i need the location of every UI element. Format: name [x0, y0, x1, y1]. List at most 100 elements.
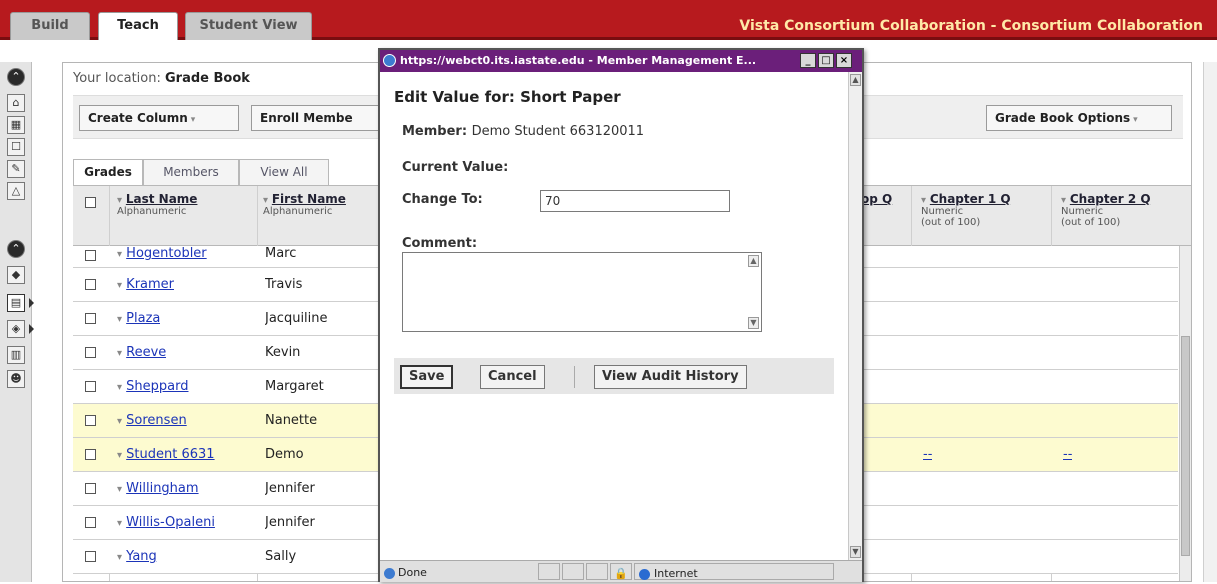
row-checkbox[interactable] [85, 449, 96, 460]
last-name-cell[interactable]: ▾ Willingham [117, 472, 199, 506]
grid-scrollbar[interactable] [1179, 246, 1191, 581]
member-label: Member: [402, 124, 468, 139]
create-column-button[interactable]: Create Column ▾ [79, 105, 239, 131]
student-link[interactable]: Yang [126, 549, 157, 564]
change-to-input[interactable]: 70 [540, 190, 730, 212]
last-name-cell[interactable]: ▾ Willis-Opaleni [117, 506, 253, 540]
last-name-cell[interactable]: ▾ Plaza [117, 302, 160, 336]
last-name-cell[interactable]: ▾ Kramer [117, 268, 174, 302]
page-scrollbar[interactable] [1203, 62, 1217, 582]
chapter-2-header[interactable]: ▾ Chapter 2 Q Numeric (out of 100) [1061, 192, 1151, 228]
change-to-label: Change To: [402, 192, 483, 207]
sort-icon: ▾ [117, 382, 123, 393]
first-name-type: Alphanumeric [263, 206, 333, 217]
last-name-header[interactable]: ▾ Last Name Alphanumeric [117, 192, 197, 217]
sort-icon: ▾ [117, 195, 123, 206]
enroll-members-button[interactable]: Enroll Membe [251, 105, 391, 131]
student-link[interactable]: Willingham [126, 481, 198, 496]
minimize-icon[interactable]: _ [800, 53, 816, 68]
student-link[interactable]: Hogentobler [126, 246, 206, 261]
people-icon[interactable]: ☻ [7, 370, 25, 388]
expand-arrow-icon-2[interactable] [29, 324, 34, 334]
first-name-cell: Sally [265, 549, 297, 564]
last-name-cell[interactable]: ▾ Sorensen [117, 404, 187, 438]
home-icon[interactable]: ⌂ [7, 94, 25, 112]
maximize-icon[interactable]: □ [818, 53, 834, 68]
student-link[interactable]: Willis-Opaleni [126, 515, 215, 530]
grade-book-options-button[interactable]: Grade Book Options ▾ [986, 105, 1172, 131]
pin-icon[interactable]: ✎ [7, 160, 25, 178]
close-icon[interactable]: × [836, 53, 852, 68]
row-checkbox[interactable] [85, 517, 96, 528]
chapter-1-header[interactable]: ▾ Chapter 1 Q Numeric (out of 100) [921, 192, 1011, 228]
popup-title-bar[interactable]: https://webct0.its.iastate.edu - Member … [380, 50, 862, 72]
tab-build[interactable]: Build [10, 12, 90, 40]
view-audit-history-button[interactable]: View Audit History [594, 365, 747, 389]
last-name-cell[interactable]: ▾ Reeve [117, 336, 166, 370]
sort-icon: ▾ [117, 249, 123, 260]
scroll-down-icon[interactable]: ▼ [748, 317, 759, 329]
student-link[interactable]: Plaza [126, 311, 160, 326]
last-name-cell[interactable]: ▾ Yang [117, 540, 157, 574]
student-link[interactable]: Sorensen [126, 413, 187, 428]
course-tools-icon[interactable]: ◆ [7, 266, 25, 284]
status-done-text: Done [398, 566, 427, 579]
scroll-up-icon[interactable]: ▲ [850, 74, 861, 86]
scroll-down-icon[interactable]: ▼ [850, 546, 861, 558]
row-checkbox[interactable] [85, 551, 96, 562]
row-checkbox[interactable] [85, 313, 96, 324]
grade-book-icon[interactable]: ▤ [7, 294, 25, 312]
tab-members[interactable]: Members [143, 159, 239, 185]
scroll-up-icon[interactable]: ▲ [748, 255, 759, 267]
first-name-header[interactable]: ▾ First Name Alphanumeric [263, 192, 346, 217]
student-link[interactable]: Sheppard [126, 379, 188, 394]
first-name-cell: Nanette [265, 413, 318, 428]
assessment-icon[interactable]: ◈ [7, 320, 25, 338]
tab-teach[interactable]: Teach [98, 12, 178, 40]
page-icon [384, 567, 395, 579]
chart-icon[interactable]: ▥ [7, 346, 25, 364]
row-checkbox[interactable] [85, 483, 96, 494]
row-checkbox[interactable] [85, 381, 96, 392]
student-link[interactable]: Reeve [126, 345, 166, 360]
member-row: Member: Demo Student 663120011 [402, 124, 644, 139]
grid-scrollbar-thumb[interactable] [1181, 336, 1190, 556]
last-name-cell[interactable]: ▾ Sheppard [117, 370, 189, 404]
status-zone-text: Internet [654, 567, 698, 580]
calendar-icon[interactable]: ▦ [7, 116, 25, 134]
collapse-up-icon-2[interactable]: ⌃ [7, 240, 25, 258]
select-all-checkbox[interactable] [85, 197, 96, 208]
row-checkbox[interactable] [85, 415, 96, 426]
save-button[interactable]: Save [400, 365, 454, 389]
chapter-2-range: (out of 100) [1061, 217, 1121, 228]
last-name-cell[interactable]: ▾ Student 6631 [117, 438, 215, 472]
student-link[interactable]: Student 6631 [126, 447, 214, 462]
comment-textarea[interactable]: ▲ ▼ [402, 252, 762, 332]
cancel-button[interactable]: Cancel [480, 365, 545, 389]
tab-student-view[interactable]: Student View [185, 12, 312, 40]
bell-icon[interactable]: △ [7, 182, 25, 200]
tab-view-all[interactable]: View All [239, 159, 329, 185]
partial-column-header[interactable]: op Q [861, 192, 892, 206]
chapter-1-grade-link[interactable]: -- [923, 438, 932, 472]
expand-arrow-icon[interactable] [29, 298, 34, 308]
row-checkbox[interactable] [85, 347, 96, 358]
first-name-cell: Marc [265, 246, 297, 261]
row-checkbox[interactable] [85, 250, 96, 261]
row-checkbox[interactable] [85, 279, 96, 290]
sort-icon: ▾ [921, 195, 927, 206]
first-name-cell: Jennifer [265, 481, 315, 496]
popup-status-bar: Done 🔒 Internet [380, 560, 862, 582]
student-link[interactable]: Kramer [126, 277, 174, 292]
chapter-2-grade-link[interactable]: -- [1063, 438, 1072, 472]
collapse-up-icon[interactable]: ⌃ [7, 68, 25, 86]
tab-grades[interactable]: Grades [73, 159, 143, 186]
popup-scrollbar[interactable]: ▲ ▼ [848, 72, 862, 560]
chat-icon[interactable]: ☐ [7, 138, 25, 156]
first-name-cell: Jacquiline [265, 311, 328, 326]
create-column-label: Create Column [88, 111, 188, 125]
last-name-cell[interactable]: ▾ Hogentobler [117, 246, 207, 268]
first-name-title: First Name [271, 192, 346, 206]
chapter-2-type: Numeric [1061, 206, 1104, 217]
chevron-down-icon: ▾ [190, 115, 196, 125]
